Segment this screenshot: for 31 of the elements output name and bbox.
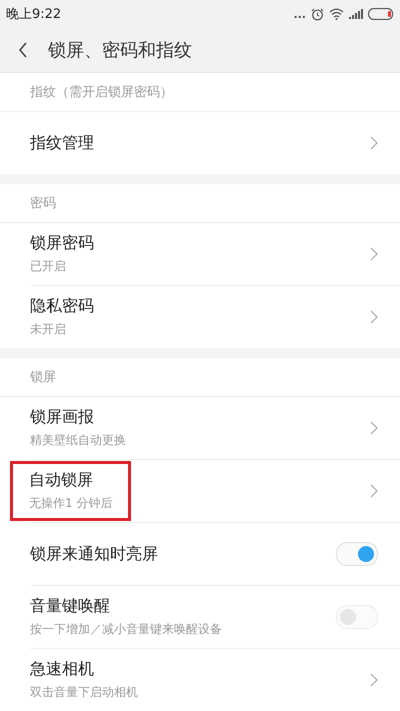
- chevron-icon[interactable]: [370, 673, 378, 687]
- more-notifications: ...: [293, 8, 306, 20]
- section-title: 锁屏: [30, 369, 56, 386]
- back-icon[interactable]: [18, 42, 28, 58]
- setting-description: 无操作1 分钟后: [29, 495, 112, 512]
- toggle-switch[interactable]: [336, 542, 378, 566]
- setting-label[interactable]: 锁屏来通知时亮屏: [30, 544, 158, 564]
- setting-label[interactable]: 隐私密码: [30, 296, 94, 317]
- status-time: 晚上9:22: [6, 6, 62, 23]
- setting-label[interactable]: 指纹管理: [30, 132, 94, 154]
- section-title: 密码: [30, 195, 56, 212]
- chevron-icon[interactable]: [370, 484, 378, 498]
- setting-description: 精美壁纸自动更换: [30, 432, 126, 449]
- setting-label[interactable]: 自动锁屏: [29, 470, 112, 491]
- setting-description: 按一下增加／减小音量键来唤醒设备: [30, 621, 222, 638]
- signal-icon: [349, 9, 363, 19]
- setting-description: 未开启: [30, 321, 67, 338]
- chevron-icon[interactable]: [370, 310, 378, 324]
- chevron-icon[interactable]: [370, 247, 378, 261]
- alarm-icon: [311, 8, 324, 20]
- chevron-icon[interactable]: [370, 136, 378, 150]
- page-title: 锁屏、密码和指纹: [48, 39, 192, 62]
- battery-icon: [368, 8, 394, 20]
- wifi-icon: [329, 8, 344, 20]
- setting-label[interactable]: 锁屏密码: [30, 233, 94, 254]
- chevron-icon[interactable]: [370, 421, 378, 435]
- setting-label[interactable]: 锁屏画报: [30, 407, 126, 428]
- setting-description: 已开启: [30, 258, 67, 275]
- setting-label[interactable]: 急速相机: [30, 659, 138, 680]
- setting-description: 双击音量下启动相机: [30, 684, 138, 701]
- section-title: 指纹（需开启锁屏密码）: [30, 84, 173, 101]
